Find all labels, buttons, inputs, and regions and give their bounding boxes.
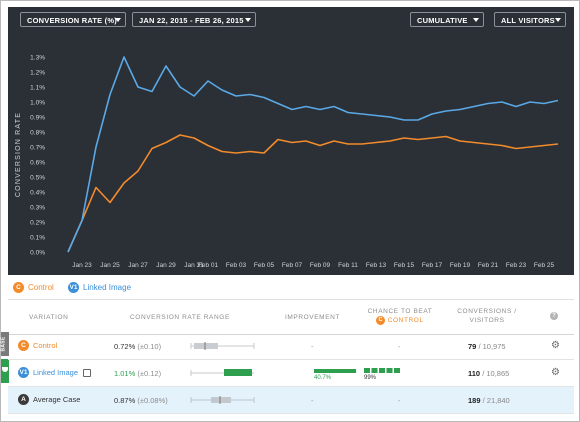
range-box (211, 397, 231, 403)
series-line-linked-image (67, 56, 559, 253)
header-chance-target: CONTROL (387, 317, 424, 324)
cumulative-label: CUMULATIVE (417, 16, 468, 25)
chance-block (364, 368, 370, 373)
y-tick-label: 0.3% (30, 205, 45, 212)
y-tick-label: 1.3% (30, 55, 45, 62)
y-tick-label: 0.8% (30, 130, 45, 137)
conversions-count: 110 (468, 369, 481, 378)
v1-badge: V1 (68, 282, 79, 293)
x-tick-label: Feb 21 (478, 262, 499, 269)
table-row[interactable]: A Average Case 0.87% (±0.08%) - - 189 / 2… (8, 387, 574, 414)
chevron-down-icon (473, 18, 479, 22)
chevron-down-icon (245, 18, 251, 22)
control-mini-badge: C (376, 316, 386, 325)
cumulative-dropdown[interactable]: CUMULATIVE (410, 12, 484, 27)
y-axis-label: CONVERSION RATE (15, 112, 22, 197)
x-tick-label: Jan 27 (128, 262, 148, 269)
x-tick-label: Feb 25 (534, 262, 555, 269)
header-chance-label: CHANCE TO BEAT (367, 308, 433, 315)
x-tick-label: Feb 13 (366, 262, 387, 269)
improvement-bar (314, 369, 357, 373)
legend-item-control[interactable]: C Control (13, 282, 54, 293)
improvement-value: - (311, 342, 314, 351)
experiment-results-frame: CONVERSION RATE 0.0% 0.1% 0.2% 0.3% 0.4% 0.5% 0… (0, 0, 580, 422)
visitors-count: / 10,865 (482, 369, 510, 378)
x-tick-label: Feb 11 (338, 262, 358, 269)
control-badge: C (13, 282, 24, 293)
y-tick-label: 0.6% (30, 160, 45, 167)
header-conversions-visitors: CONVERSIONS / VISITORS (453, 307, 521, 325)
gear-icon[interactable]: ⚙ (551, 340, 560, 351)
x-tick-label: Feb 07 (282, 262, 303, 269)
x-tick-label: Feb 05 (254, 262, 275, 269)
improvement-value: - (311, 396, 314, 405)
table-row[interactable]: V1 Linked Image 1.01% (±0.12) 40.7% 99% 1… (8, 360, 574, 387)
y-tick-label: 1.2% (30, 70, 45, 77)
header-visitors: VISITORS (469, 317, 505, 324)
y-tick-label: 0.4% (30, 190, 45, 197)
x-tick-label: Feb 23 (506, 262, 527, 269)
chance-block (379, 368, 385, 373)
conversions-count: 189 (468, 396, 481, 405)
visitors-count: / 21,840 (482, 396, 510, 405)
chance-value: - (398, 342, 401, 351)
range-box (194, 343, 218, 349)
conversion-rate-chart: CONVERSION RATE 0.0% 0.1% 0.2% 0.3% 0.4% 0.5% 0… (15, 55, 559, 269)
audience-dropdown[interactable]: ALL VISITORS (494, 12, 566, 27)
range-box (224, 369, 252, 376)
legend-label-control: Control (28, 283, 54, 292)
date-range-dropdown[interactable]: JAN 22, 2015 - FEB 26, 2015 (132, 12, 256, 27)
chevron-down-icon (115, 18, 121, 22)
chance-value: - (398, 396, 401, 405)
conversions-visitors: 110 / 10,865 (468, 369, 509, 378)
legend-item-linked-image[interactable]: V1 Linked Image (68, 282, 131, 293)
gear-icon[interactable]: ⚙ (551, 367, 560, 378)
improvement-value: 40.7% (314, 375, 332, 381)
x-tick-label: Feb 03 (226, 262, 247, 269)
chance-value: 99% (364, 375, 377, 381)
conversions-visitors: 79 / 10,975 (468, 342, 506, 351)
header-conversion-rate-range: CONVERSION RATE RANGE (130, 314, 230, 321)
y-tick-label: 0.5% (30, 175, 45, 182)
conversions-count: 79 (468, 342, 477, 351)
metric-dropdown[interactable]: CONVERSION RATE (%) (20, 12, 126, 27)
x-tick-label: Feb 15 (394, 262, 415, 269)
y-tick-label: 0.9% (30, 115, 45, 122)
date-range-label: JAN 22, 2015 - FEB 26, 2015 (139, 16, 244, 25)
y-tick-label: 0.7% (30, 145, 45, 152)
table-row[interactable]: C Control 0.72% (±0.10) - - 79 / 10,975 ⚙ (8, 333, 574, 360)
conversions-visitors: 189 / 21,840 (468, 396, 510, 405)
metric-dropdown-label: CONVERSION RATE (%) (27, 16, 117, 25)
x-tick-label: Feb 17 (422, 262, 443, 269)
help-icon[interactable]: ? (550, 312, 558, 320)
x-tick-label: Feb 09 (310, 262, 331, 269)
chance-blocks (364, 368, 400, 373)
y-tick-label: 0.0% (30, 250, 45, 257)
base-tag-label: BASE (0, 336, 7, 352)
table-header: VARIATION CONVERSION RATE RANGE IMPROVEM… (8, 299, 574, 335)
y-tick-label: 1.1% (30, 85, 45, 92)
x-tick-label: Jan 25 (100, 262, 120, 269)
header-conversions: CONVERSIONS / (457, 308, 517, 315)
header-chance-to-beat: CHANCE TO BEAT C CONTROL (365, 307, 435, 325)
y-tick-label: 0.1% (30, 235, 45, 242)
chart-panel: CONVERSION RATE 0.0% 0.1% 0.2% 0.3% 0.4% 0.5% 0… (8, 7, 574, 275)
audience-label: ALL VISITORS (501, 16, 555, 25)
x-tick-label: Feb 19 (450, 262, 471, 269)
y-tick-label: 0.2% (30, 220, 45, 227)
header-improvement: IMPROVEMENT (285, 314, 340, 321)
chance-block (394, 368, 400, 373)
chance-block (386, 368, 393, 373)
series-line-control (67, 134, 559, 253)
header-variation: VARIATION (29, 314, 69, 321)
chevron-down-icon (555, 18, 561, 22)
y-tick-label: 1.0% (30, 100, 45, 107)
legend-label-linked-image: Linked Image (83, 283, 132, 292)
chance-block (371, 368, 378, 373)
x-tick-label: Jan 23 (72, 262, 92, 269)
x-tick-label: Jan 29 (156, 262, 176, 269)
x-tick-label: Feb 01 (198, 262, 219, 269)
visitors-count: / 10,975 (478, 342, 506, 351)
